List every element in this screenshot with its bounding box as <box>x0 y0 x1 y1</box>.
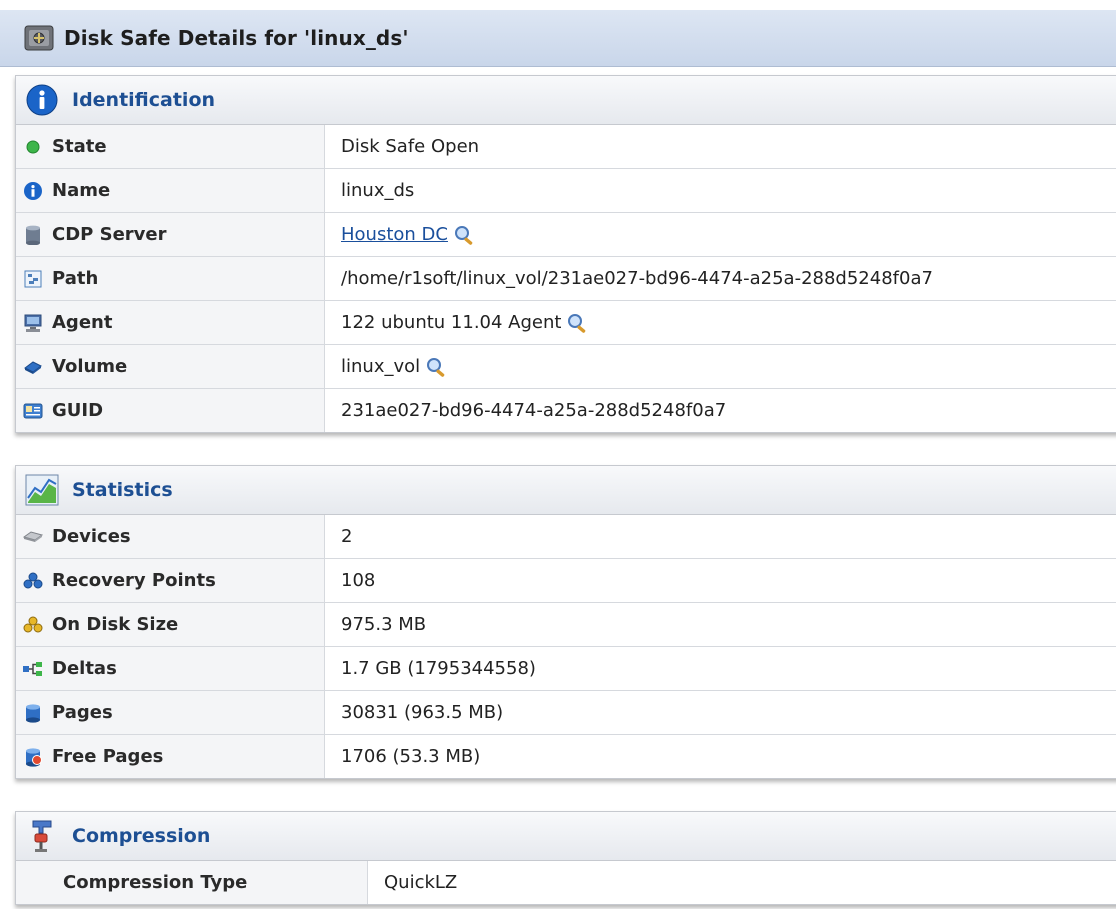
table-row: On Disk Size 975.3 MB <box>16 603 1116 647</box>
path-folder-icon <box>20 268 46 290</box>
volume-label: Volume <box>52 356 128 377</box>
identification-title: Identification <box>72 89 216 111</box>
statistics-header: Statistics <box>16 466 1116 515</box>
cdp-server-label: CDP Server <box>52 224 167 245</box>
guid-card-icon <box>20 400 46 422</box>
state-label: State <box>52 136 107 157</box>
compression-title: Compression <box>72 825 211 847</box>
magnifier-icon[interactable] <box>567 313 589 333</box>
table-row: Path /home/r1soft/linux_vol/231ae027-bd9… <box>16 257 1116 301</box>
status-green-dot-icon <box>20 136 46 158</box>
recovery-points-value: 108 <box>341 570 376 591</box>
table-row: Deltas 1.7 GB (1795344558) <box>16 647 1116 691</box>
free-pages-label: Free Pages <box>52 746 164 767</box>
statistics-title: Statistics <box>72 479 173 501</box>
table-row: Volume linux_vol <box>16 345 1116 389</box>
volume-disk-icon <box>20 356 46 378</box>
chart-icon <box>20 468 64 512</box>
table-row: Compression Type QuickLZ <box>16 861 1116 904</box>
on-disk-size-label: On Disk Size <box>52 614 179 635</box>
info-icon <box>20 180 46 202</box>
on-disk-size-value: 975.3 MB <box>341 614 427 635</box>
deltas-label: Deltas <box>52 658 117 679</box>
volume-value: linux_vol <box>341 356 421 377</box>
devices-label: Devices <box>52 526 131 547</box>
pages-label: Pages <box>52 702 113 723</box>
identification-header: Identification <box>16 76 1116 125</box>
table-row: State Disk Safe Open <box>16 125 1116 169</box>
compression-type-value: QuickLZ <box>384 872 458 893</box>
table-row: GUID 231ae027-bd96-4474-a25a-288d5248f0a… <box>16 389 1116 432</box>
recovery-points-icon <box>20 570 46 592</box>
compression-clamp-icon <box>20 814 64 858</box>
gold-coins-icon <box>20 614 46 636</box>
recovery-points-label: Recovery Points <box>52 570 216 591</box>
name-value: linux_ds <box>341 180 415 201</box>
window-title: Disk Safe Details for 'linux_ds' <box>64 26 409 50</box>
guid-value: 231ae027-bd96-4474-a25a-288d5248f0a7 <box>341 400 727 421</box>
table-row: Devices 2 <box>16 515 1116 559</box>
table-row: Name linux_ds <box>16 169 1116 213</box>
table-row: CDP Server Houston DC <box>16 213 1116 257</box>
statistics-panel: Statistics Devices 2 Recovery Points 108… <box>15 465 1116 779</box>
pages-database-icon <box>20 702 46 724</box>
table-row: Free Pages 1706 (53.3 MB) <box>16 735 1116 778</box>
info-icon <box>20 78 64 122</box>
table-row: Agent 122 ubuntu 11.04 Agent <box>16 301 1116 345</box>
free-pages-value: 1706 (53.3 MB) <box>341 746 481 767</box>
disk-safe-icon <box>22 20 58 56</box>
magnifier-icon[interactable] <box>426 357 448 377</box>
path-label: Path <box>52 268 99 289</box>
name-label: Name <box>52 180 111 201</box>
pages-value: 30831 (963.5 MB) <box>341 702 504 723</box>
path-value: /home/r1soft/linux_vol/231ae027-bd96-447… <box>341 268 933 289</box>
guid-label: GUID <box>52 400 104 421</box>
identification-panel: Identification State Disk Safe Open Name… <box>15 75 1116 433</box>
agent-value: 122 ubuntu 11.04 Agent <box>341 312 562 333</box>
compression-header: Compression <box>16 812 1116 861</box>
table-row: Pages 30831 (963.5 MB) <box>16 691 1116 735</box>
table-row: Recovery Points 108 <box>16 559 1116 603</box>
free-pages-database-icon <box>20 746 46 768</box>
hard-drive-icon <box>20 526 46 548</box>
cdp-server-link[interactable]: Houston DC <box>341 224 448 245</box>
magnifier-icon[interactable] <box>454 225 476 245</box>
deltas-network-icon <box>20 658 46 680</box>
compression-type-label: Compression Type <box>63 872 248 893</box>
compression-panel: Compression Compression Type QuickLZ <box>15 811 1116 905</box>
agent-label: Agent <box>52 312 113 333</box>
window-titlebar: Disk Safe Details for 'linux_ds' <box>0 10 1116 67</box>
state-value: Disk Safe Open <box>341 136 480 157</box>
computer-agent-icon <box>20 312 46 334</box>
deltas-value: 1.7 GB (1795344558) <box>341 658 536 679</box>
devices-value: 2 <box>341 526 353 547</box>
server-database-icon <box>20 224 46 246</box>
